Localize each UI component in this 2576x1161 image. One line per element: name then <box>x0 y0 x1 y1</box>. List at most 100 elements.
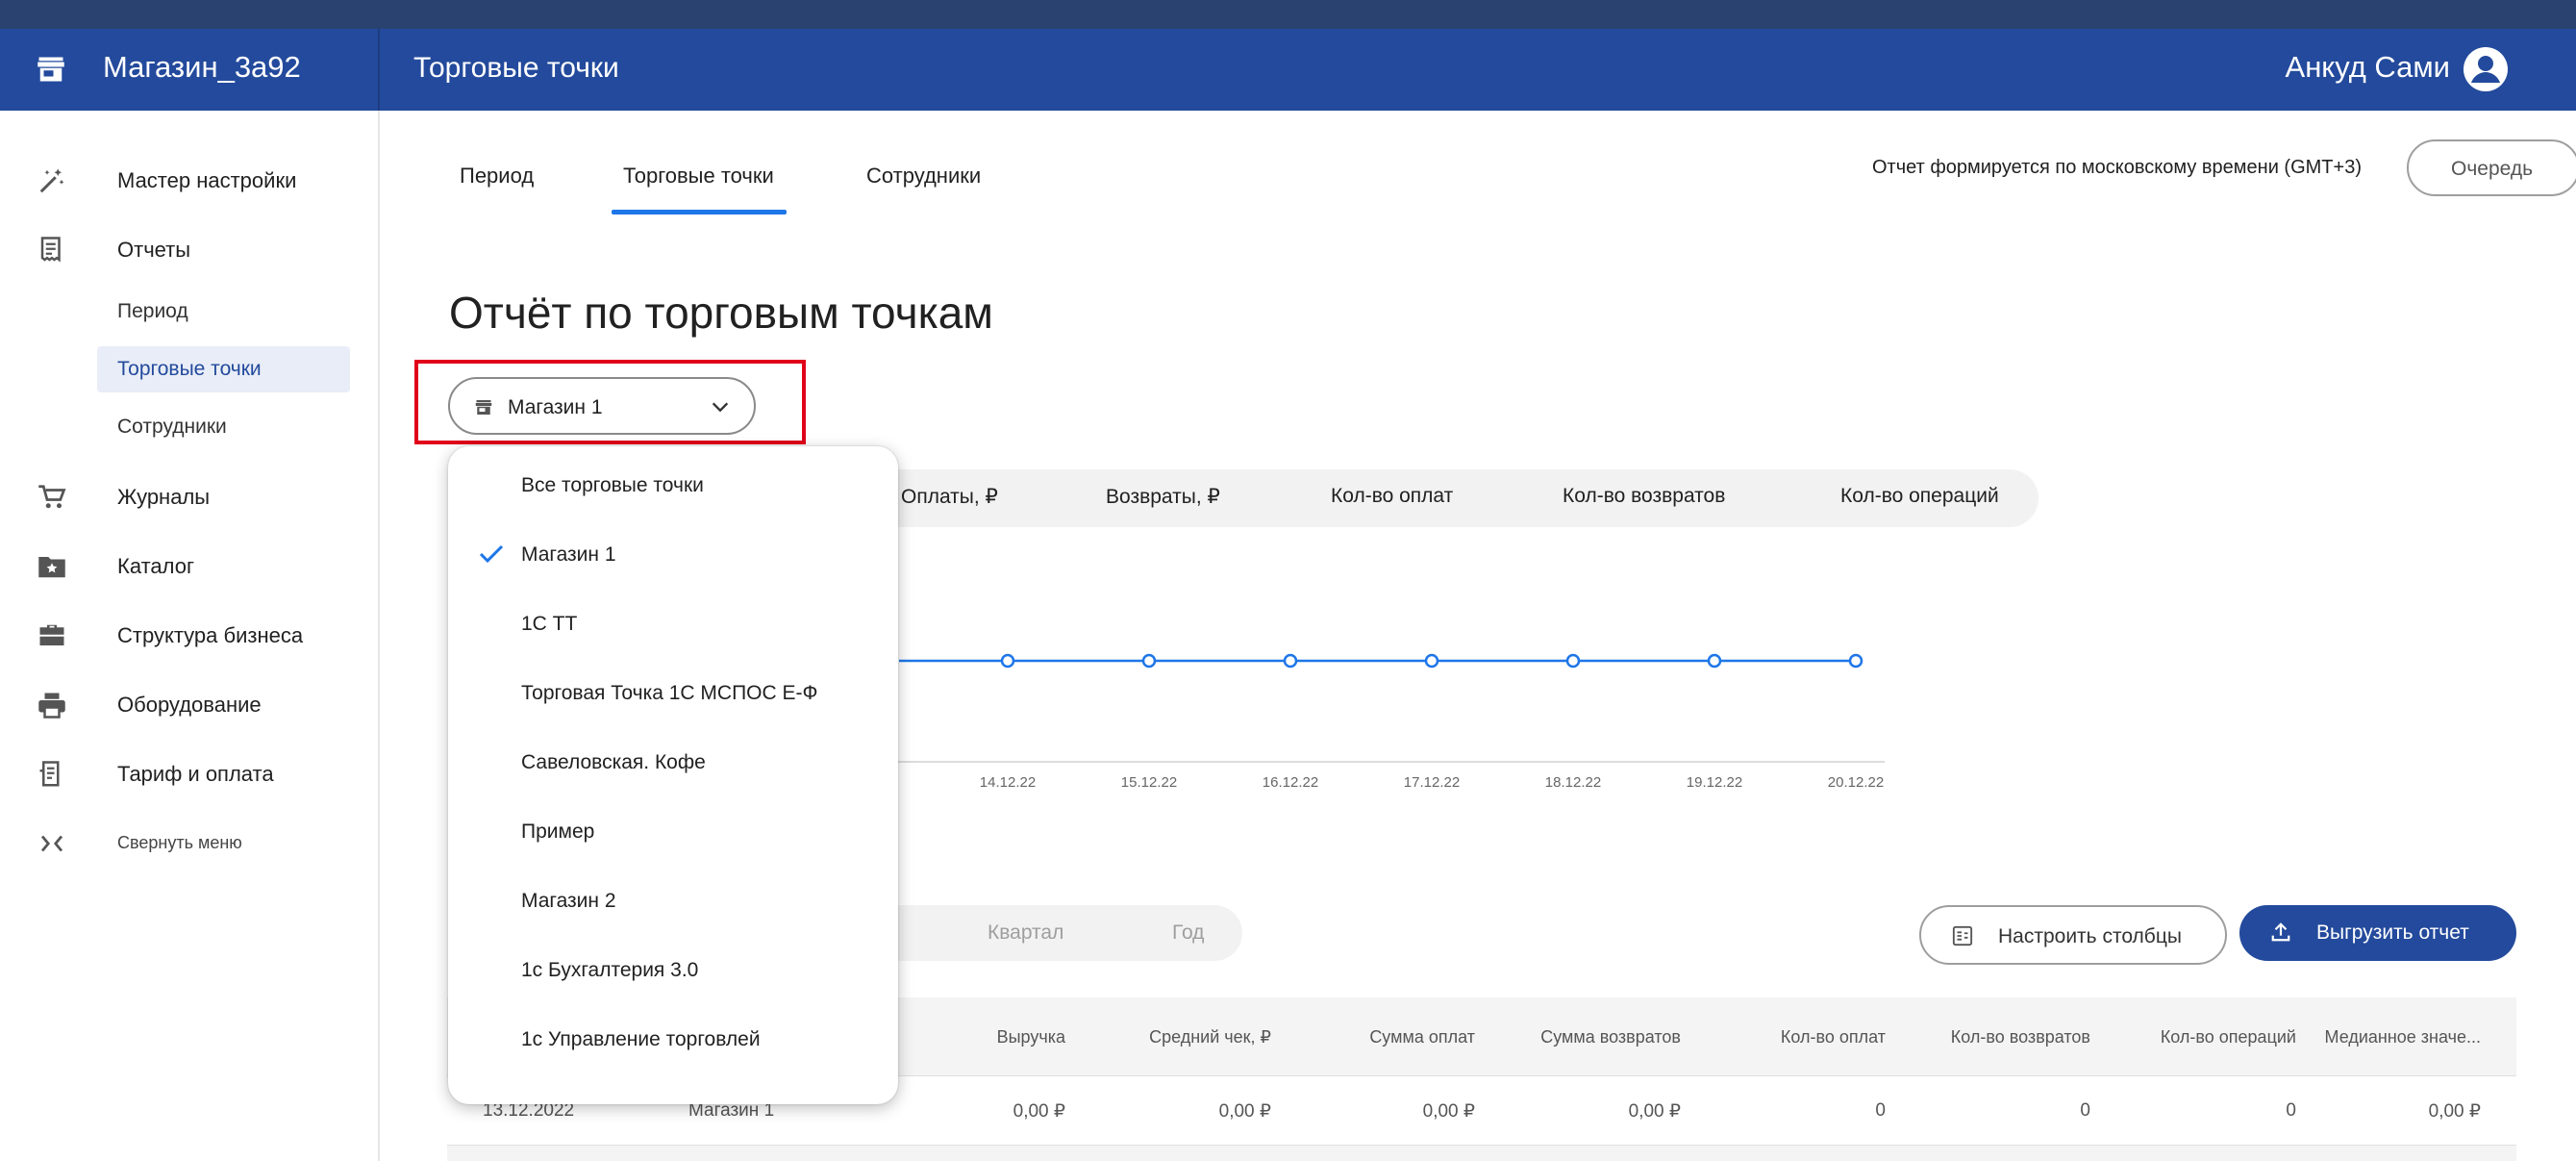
x-tick-label: 20.12.22 <box>1828 774 1884 791</box>
dropdown-option-label: Пример <box>521 820 595 843</box>
cell-refund-count: 0 <box>2080 1100 2090 1121</box>
cart-icon <box>38 485 66 509</box>
sidebar-item-equipment[interactable]: Оборудование <box>0 675 378 733</box>
data-point[interactable] <box>1707 653 1722 669</box>
folder-star-icon <box>38 557 65 578</box>
column-header-refund-count[interactable]: Кол-во возвратов <box>1951 1027 2090 1047</box>
store-select[interactable]: Магазин 1 <box>448 377 756 435</box>
period-quarter[interactable]: Квартал <box>988 921 1063 945</box>
store-select-value: Магазин 1 <box>508 396 603 418</box>
tab-stores[interactable]: Торговые точки <box>623 164 774 189</box>
metric-refunds[interactable]: Возвраты, ₽ <box>1106 485 1220 509</box>
sidebar-item-tariff[interactable]: Тариф и оплата <box>0 745 378 802</box>
column-header-payments-sum[interactable]: Сумма оплат <box>1369 1027 1475 1047</box>
sidebar-item-label: Тариф и оплата <box>117 762 274 786</box>
dropdown-option-store-2[interactable]: Магазин 2 <box>448 867 898 934</box>
tab-employees[interactable]: Сотрудники <box>866 164 981 189</box>
chevron-down-icon <box>712 402 729 413</box>
dropdown-option-1c-trade[interactable]: 1с Управление торговлей <box>448 1005 898 1073</box>
sidebar-item-label: Журналы <box>117 485 211 509</box>
configure-columns-button[interactable]: Настроить столбцы <box>1919 905 2227 965</box>
report-title: Отчёт по торговым точкам <box>449 288 993 338</box>
x-tick-label: 15.12.22 <box>1121 774 1177 791</box>
sidebar-item-setup-wizard[interactable]: Мастер настройки <box>0 151 378 209</box>
collapse-menu-label: Свернуть меню <box>117 833 242 852</box>
sidebar-item-label: Структура бизнеса <box>117 623 304 647</box>
sidebar-item-reports[interactable]: Отчеты <box>0 220 378 278</box>
queue-button-label: Очередь <box>2451 158 2534 180</box>
user-icon <box>2465 49 2506 89</box>
dropdown-option-label: 1с Управление торговлей <box>521 1028 761 1050</box>
sidebar-item-catalog[interactable]: Каталог <box>0 537 378 594</box>
dropdown-option-1c-tt[interactable]: 1С ТТ <box>448 590 898 657</box>
metric-refund-count[interactable]: Кол-во возвратов <box>1563 485 1725 508</box>
tab-period[interactable]: Период <box>460 164 534 189</box>
x-tick-label: 19.12.22 <box>1687 774 1742 791</box>
sidebar-subitem-label: Сотрудники <box>117 416 227 438</box>
x-tick-label: 18.12.22 <box>1545 774 1601 791</box>
data-point[interactable] <box>1565 653 1581 669</box>
dropdown-option-store-1[interactable]: Магазин 1 <box>448 520 898 588</box>
export-report-button[interactable]: Выгрузить отчет <box>2239 905 2516 961</box>
metric-payments[interactable]: Оплаты, ₽ <box>901 485 998 509</box>
period-year[interactable]: Год <box>1172 921 1204 945</box>
cell-avg-check: 0,00 ₽ <box>1218 1101 1271 1122</box>
user-name[interactable]: Анкуд Сами <box>2286 50 2450 85</box>
collapse-icon <box>40 835 63 852</box>
column-header-median[interactable]: Медианное значе... <box>2325 1027 2481 1047</box>
top-strip <box>0 0 2576 29</box>
upload-icon <box>2271 922 2290 942</box>
sidebar-subitem-employees[interactable]: Сотрудники <box>97 404 350 450</box>
table-row[interactable] <box>447 1146 2516 1161</box>
dropdown-option-1c-mspos[interactable]: Торговая Точка 1С МСПОС Е-Ф <box>448 659 898 726</box>
active-tab-indicator <box>612 210 787 215</box>
briefcase-icon <box>39 624 64 645</box>
data-point[interactable] <box>1424 653 1439 669</box>
sidebar-subitem-stores[interactable]: Торговые точки <box>97 346 350 392</box>
store-dropdown-menu: Все торговые точки Магазин 1 1С ТТ Торго… <box>448 446 898 1104</box>
cell-median: 0,00 ₽ <box>2428 1101 2481 1122</box>
queue-button[interactable]: Очередь <box>2407 139 2576 196</box>
sidebar-item-label: Оборудование <box>117 693 262 717</box>
data-point[interactable] <box>1141 653 1157 669</box>
column-header-avg-check[interactable]: Средний чек, ₽ <box>1149 1027 1271 1047</box>
data-point[interactable] <box>1848 653 1863 669</box>
metric-operation-count[interactable]: Кол-во операций <box>1840 485 1999 508</box>
columns-icon <box>1952 925 1973 946</box>
dropdown-option-savelovskaya[interactable]: Савеловская. Кофе <box>448 728 898 795</box>
dropdown-option-example[interactable]: Пример <box>448 797 898 865</box>
column-header-revenue[interactable]: Выручка <box>997 1027 1065 1047</box>
avatar[interactable] <box>2463 47 2508 91</box>
dropdown-option-label: 1С ТТ <box>521 613 578 635</box>
cell-operation-count: 0 <box>2286 1100 2296 1121</box>
data-point[interactable] <box>1000 653 1015 669</box>
invoice-icon <box>39 761 60 787</box>
metric-payment-count[interactable]: Кол-во оплат <box>1331 485 1453 508</box>
header-divider <box>378 29 380 111</box>
data-point[interactable] <box>1283 653 1298 669</box>
dropdown-option-label: Все торговые точки <box>521 474 704 496</box>
dropdown-option-all-stores[interactable]: Все торговые точки <box>448 451 898 518</box>
page-title: Торговые точки <box>413 52 619 84</box>
dropdown-option-label: Савеловская. Кофе <box>521 751 706 773</box>
magic-wand-icon <box>39 168 64 193</box>
app-header: Магазин_3а92 Торговые точки Анкуд Сами <box>0 29 2576 111</box>
sidebar-subitem-label: Торговые точки <box>117 358 262 380</box>
dropdown-option-label: Магазин 1 <box>521 543 616 566</box>
sidebar-item-business-structure[interactable]: Структура бизнеса <box>0 606 378 664</box>
app-brand[interactable]: Магазин_3а92 <box>103 50 301 85</box>
cell-revenue: 0,00 ₽ <box>1013 1101 1065 1122</box>
dropdown-option-1c-accounting[interactable]: 1с Бухгалтерия 3.0 <box>448 936 898 1003</box>
sidebar-subitem-period[interactable]: Период <box>97 289 350 335</box>
column-header-payment-count[interactable]: Кол-во оплат <box>1781 1027 1886 1047</box>
check-icon <box>479 544 504 564</box>
store-icon <box>38 57 64 82</box>
column-header-refunds-sum[interactable]: Сумма возвратов <box>1540 1027 1681 1047</box>
cell-refunds-sum: 0,00 ₽ <box>1628 1101 1681 1122</box>
sidebar-item-journals[interactable]: Журналы <box>0 467 378 525</box>
column-header-operation-count[interactable]: Кол-во операций <box>2161 1027 2296 1047</box>
printer-icon <box>38 693 65 719</box>
collapse-menu-button[interactable]: Свернуть меню <box>0 814 378 871</box>
sidebar-subitem-label: Период <box>117 300 188 322</box>
x-tick-label: 17.12.22 <box>1404 774 1460 791</box>
